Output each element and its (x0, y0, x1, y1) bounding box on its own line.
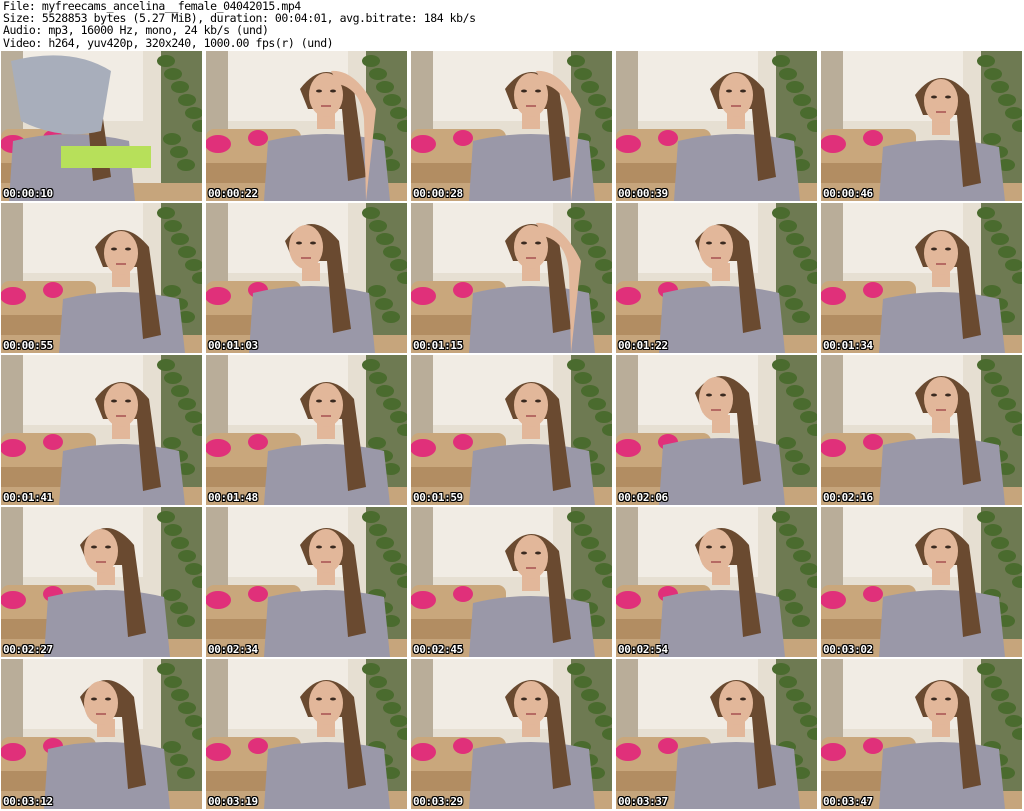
frame-image (411, 203, 612, 353)
thumbnail-frame: 00:02:06 (616, 355, 817, 505)
frame-timestamp: 00:02:16 (823, 491, 873, 504)
frame-image (206, 203, 407, 353)
frame-timestamp: 00:01:59 (413, 491, 463, 504)
thumbnail-frame: 00:01:15 (411, 203, 612, 353)
thumbnail-frame: 00:02:27 (1, 507, 202, 657)
frame-image (821, 203, 1022, 353)
frame-image (411, 51, 612, 201)
frame-image (411, 659, 612, 809)
frame-image (821, 51, 1022, 201)
frame-image (616, 51, 817, 201)
frame-timestamp: 00:03:02 (823, 643, 873, 656)
frame-timestamp: 00:00:39 (618, 187, 668, 200)
frame-image (616, 203, 817, 353)
thumbnail-frame: 00:03:37 (616, 659, 817, 809)
frame-image (616, 355, 817, 505)
audio-info-line: Audio: mp3, 16000 Hz, mono, 24 kb/s (und… (3, 23, 269, 38)
frame-timestamp: 00:02:27 (3, 643, 53, 656)
thumbnail-frame: 00:01:48 (206, 355, 407, 505)
frame-timestamp: 00:01:03 (208, 339, 258, 352)
thumbnail-frame: 00:01:03 (206, 203, 407, 353)
thumbnail-frame: 00:03:19 (206, 659, 407, 809)
frame-timestamp: 00:03:47 (823, 795, 873, 808)
frame-image (821, 507, 1022, 657)
frame-timestamp: 00:01:15 (413, 339, 463, 352)
thumbnail-frame: 00:01:41 (1, 355, 202, 505)
frame-image (411, 355, 612, 505)
frame-image (1, 51, 202, 201)
thumbnail-frame: 00:00:28 (411, 51, 612, 201)
thumbnail-frame: 00:01:34 (821, 203, 1022, 353)
thumbnail-frame: 00:01:59 (411, 355, 612, 505)
thumbnail-frame: 00:03:29 (411, 659, 612, 809)
thumbnail-frame: 00:00:39 (616, 51, 817, 201)
frame-timestamp: 00:00:10 (3, 187, 53, 200)
frame-image (1, 507, 202, 657)
frame-image (206, 355, 407, 505)
thumbnail-frame: 00:00:46 (821, 51, 1022, 201)
frame-image (821, 659, 1022, 809)
frame-image (1, 355, 202, 505)
frame-image (206, 507, 407, 657)
frame-timestamp: 00:02:54 (618, 643, 668, 656)
frame-timestamp: 00:02:34 (208, 643, 258, 656)
frame-image (206, 659, 407, 809)
frame-image (1, 203, 202, 353)
frame-timestamp: 00:00:55 (3, 339, 53, 352)
frame-timestamp: 00:01:41 (3, 491, 53, 504)
frame-timestamp: 00:00:28 (413, 187, 463, 200)
frame-timestamp: 00:02:45 (413, 643, 463, 656)
frame-timestamp: 00:01:34 (823, 339, 873, 352)
frame-timestamp: 00:03:12 (3, 795, 53, 808)
frame-image (616, 507, 817, 657)
thumbnail-frame: 00:02:45 (411, 507, 612, 657)
frame-timestamp: 00:03:19 (208, 795, 258, 808)
file-info-header: File: myfreecams_ancelina__female_040420… (3, 0, 1019, 50)
thumbnail-frame: 00:03:47 (821, 659, 1022, 809)
frame-timestamp: 00:03:37 (618, 795, 668, 808)
thumbnail-frame: 00:02:54 (616, 507, 817, 657)
thumbnail-frame: 00:00:55 (1, 203, 202, 353)
frame-timestamp: 00:00:46 (823, 187, 873, 200)
video-info-line: Video: h264, yuv420p, 320x240, 1000.00 f… (3, 35, 334, 50)
frame-image (1, 659, 202, 809)
thumbnail-frame: 00:01:22 (616, 203, 817, 353)
frame-image (411, 507, 612, 657)
thumbnail-frame: 00:03:02 (821, 507, 1022, 657)
frame-timestamp: 00:01:22 (618, 339, 668, 352)
thumbnail-frame: 00:00:10 (1, 51, 202, 201)
frame-image (206, 51, 407, 201)
thumbnail-grid: 00:00:10 00:00:22 00:00:28 00:00:39 00:00:46… (1, 51, 1023, 811)
frame-timestamp: 00:01:48 (208, 491, 258, 504)
frame-timestamp: 00:03:29 (413, 795, 463, 808)
frame-image (821, 355, 1022, 505)
thumbnail-frame: 00:02:16 (821, 355, 1022, 505)
thumbnail-frame: 00:00:22 (206, 51, 407, 201)
thumbnail-frame: 00:03:12 (1, 659, 202, 809)
thumbnail-frame: 00:02:34 (206, 507, 407, 657)
frame-image (616, 659, 817, 809)
frame-timestamp: 00:02:06 (618, 491, 668, 504)
frame-timestamp: 00:00:22 (208, 187, 258, 200)
